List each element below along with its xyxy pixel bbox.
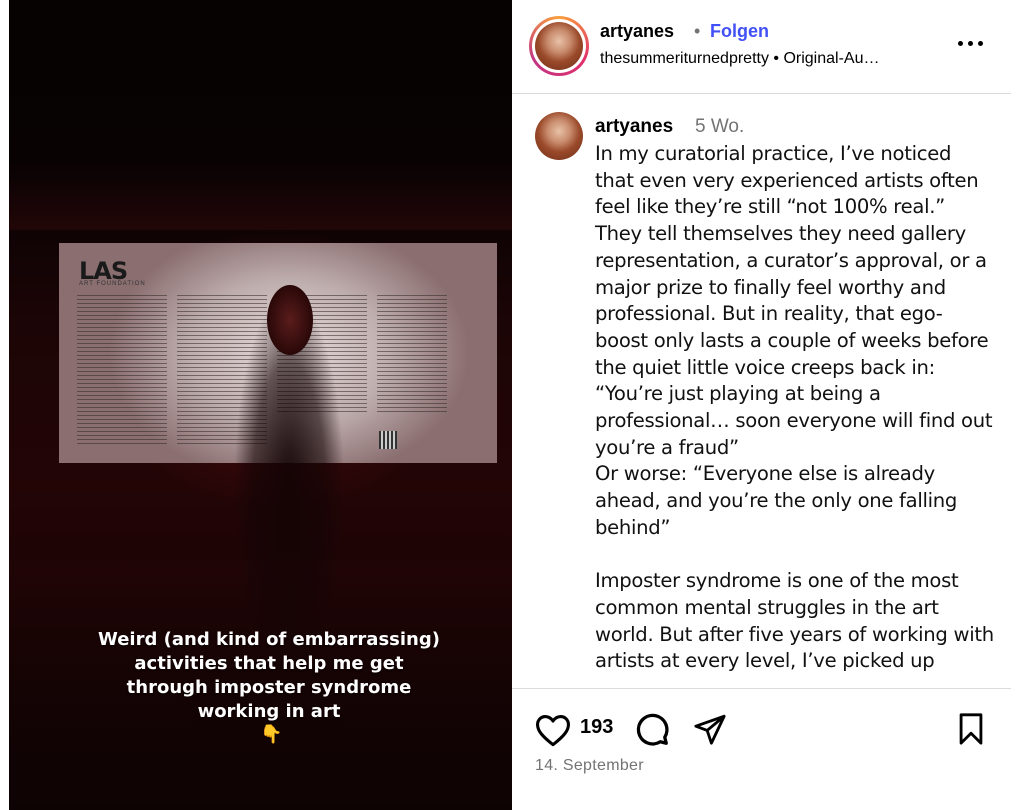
person-head — [267, 285, 313, 355]
page-edge — [1011, 0, 1023, 810]
pointing-down-emoji: 👇 — [260, 724, 283, 744]
comment-timestamp[interactable]: 5 Wo. — [695, 116, 744, 138]
action-bar: 193 14. September — [512, 688, 1011, 810]
post-side-panel: artyanes • Folgen thesummeriturnedpretty… — [512, 0, 1011, 810]
caption-comment: artyanes 5 Wo. In my curatorial practice… — [512, 95, 1011, 687]
comment-avatar[interactable] — [535, 112, 583, 160]
post-media[interactable]: LAS ART FOUNDATION Weird (and kind of em… — [9, 0, 512, 810]
more-options-icon[interactable] — [958, 34, 984, 54]
audio-attribution[interactable]: thesummeriturnedpretty • Original-Au… — [600, 50, 945, 68]
post-header: artyanes • Folgen thesummeriturnedpretty… — [512, 0, 1011, 94]
media-ceiling — [9, 160, 512, 230]
caption-line: Weird (and kind of embarrassing) — [98, 629, 440, 650]
comment-icon[interactable] — [634, 711, 670, 747]
comment-username[interactable]: artyanes — [595, 116, 673, 138]
board-text-column — [77, 295, 167, 445]
qr-code — [379, 431, 397, 449]
avatar — [535, 22, 583, 70]
likes-count[interactable]: 193 — [580, 716, 613, 739]
board-subtitle: ART FOUNDATION — [79, 281, 146, 287]
caption-line: through imposter syndrome — [126, 677, 412, 698]
story-ring-avatar[interactable] — [529, 16, 589, 76]
heart-icon[interactable] — [534, 713, 572, 747]
header-separator: • — [694, 21, 701, 41]
send-icon[interactable] — [693, 712, 727, 746]
board-text-column — [377, 295, 447, 415]
caption-line: working in art — [197, 701, 341, 722]
post-date[interactable]: 14. September — [535, 757, 644, 775]
media-caption: Weird (and kind of embarrassing) activit… — [49, 628, 489, 724]
header-username[interactable]: artyanes — [600, 21, 674, 42]
post-modal: LAS ART FOUNDATION Weird (and kind of em… — [0, 0, 1023, 810]
bookmark-icon[interactable] — [956, 712, 986, 746]
comment-text: In my curatorial practice, I’ve noticed … — [595, 142, 994, 673]
caption-line: activities that help me get — [134, 653, 404, 674]
follow-button[interactable]: Folgen — [710, 21, 769, 42]
